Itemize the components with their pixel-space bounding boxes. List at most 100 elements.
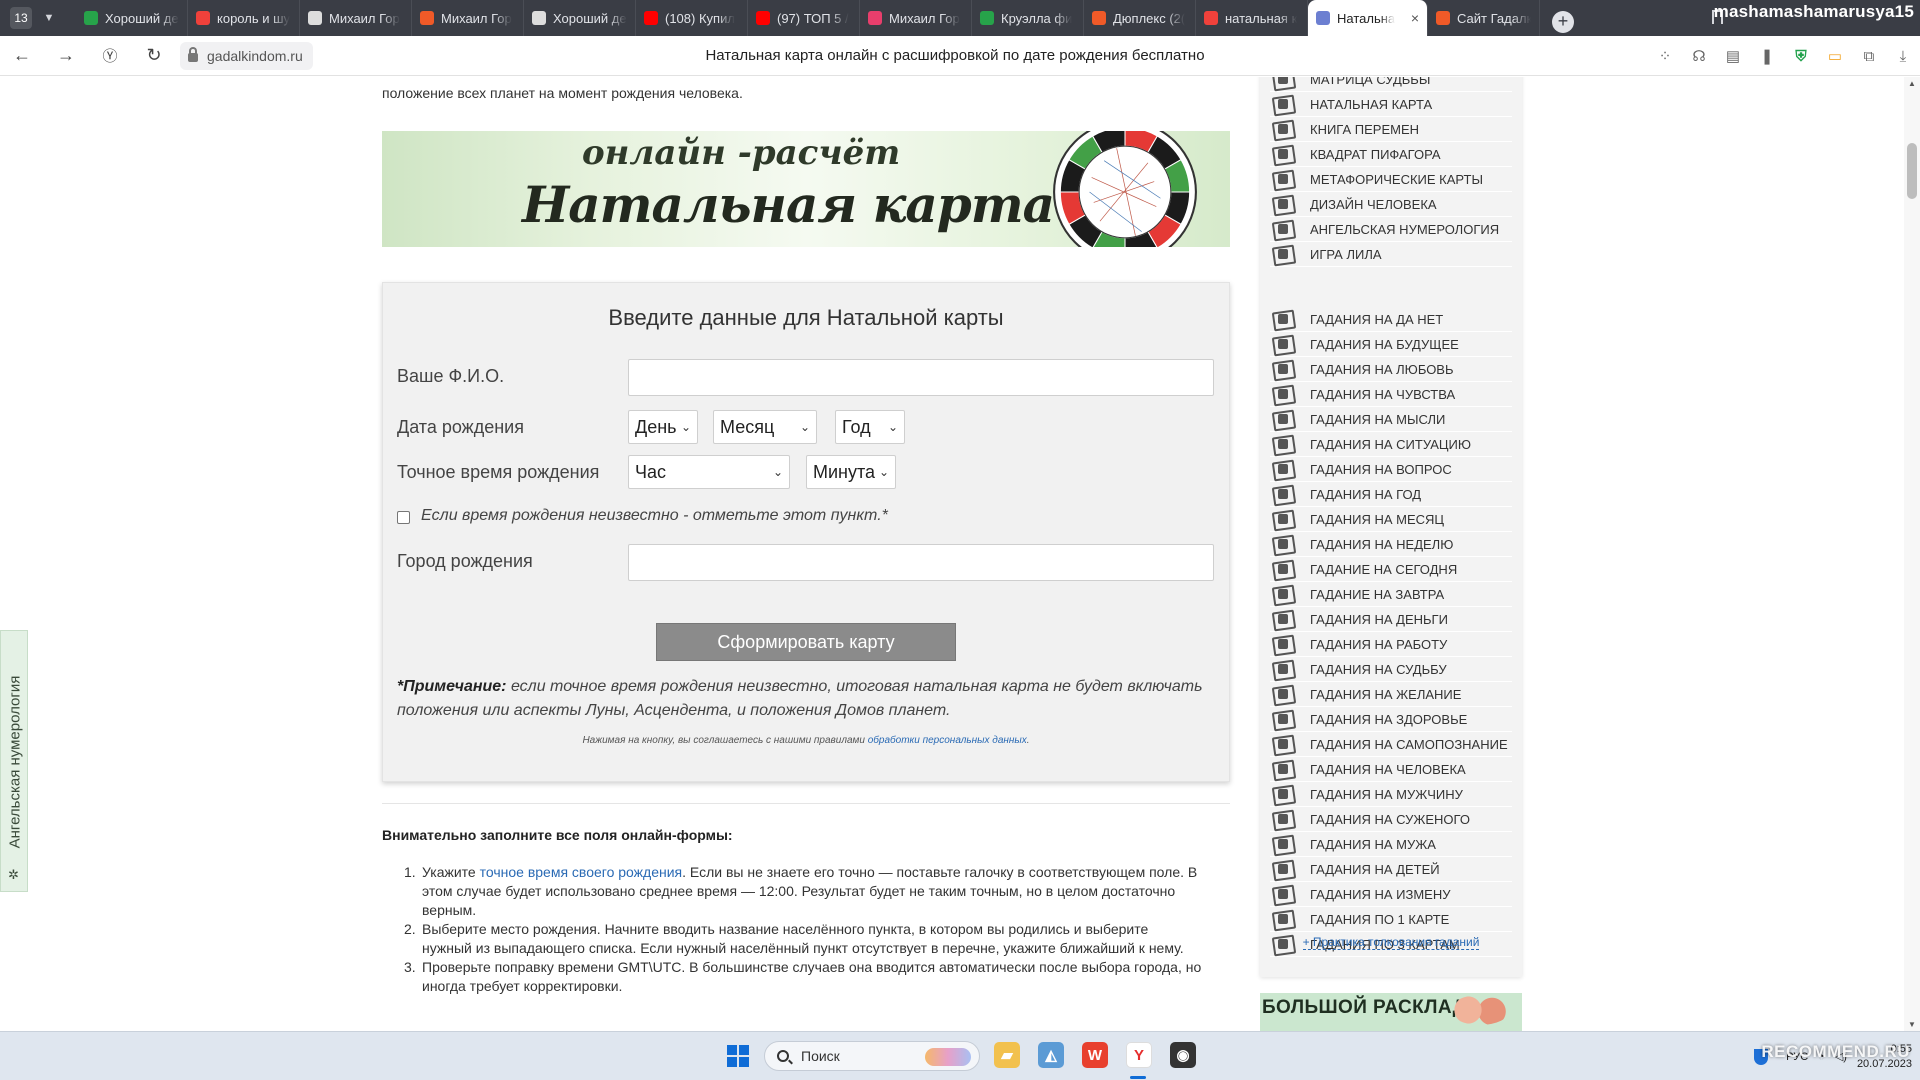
sidebar-item-label[interactable]: ГАДАНИЯ НА ДА НЕТ xyxy=(1310,312,1443,327)
sidebar-item-label[interactable]: ГАДАНИЯ НА БУДУЩЕЕ xyxy=(1310,337,1459,352)
scroll-thumb[interactable] xyxy=(1907,143,1917,199)
sidebar-item-label[interactable]: НАТАЛЬНАЯ КАРТА xyxy=(1310,97,1432,112)
file-explorer-icon[interactable]: ▰ xyxy=(994,1042,1020,1068)
browser-tab[interactable]: Дюплекс (2( xyxy=(1084,0,1196,36)
address-bar[interactable]: gadalkindom.ru xyxy=(180,41,313,70)
browser-tab[interactable]: Сайт Гадалк xyxy=(1428,0,1540,36)
sidebar-item-label[interactable]: ГАДАНИЯ НА СУЖЕНОГО xyxy=(1310,812,1470,827)
sidebar-item-label[interactable]: ГАДАНИЯ НА САМОПОЗНАНИЕ xyxy=(1310,737,1508,752)
name-input[interactable] xyxy=(628,359,1214,396)
new-tab-button[interactable]: + xyxy=(1552,10,1574,33)
sidebar-item[interactable]: КВАДРАТ ПИФАГОРА xyxy=(1270,142,1512,167)
reader-mode-icon[interactable]: ▤ xyxy=(1716,47,1750,65)
extensions-icon[interactable]: ⧉ xyxy=(1852,48,1886,65)
browser-tab[interactable]: Хороший де xyxy=(524,0,636,36)
browser-tab[interactable]: Круэлла фи xyxy=(972,0,1084,36)
sidebar-more-text[interactable]: + Практика толкования гаданий xyxy=(1302,935,1480,950)
sidebar-item-label[interactable]: МАТРИЦА СУДЬБЫ xyxy=(1310,77,1430,87)
sidebar-item[interactable]: ГАДАНИЯ НА ГОД xyxy=(1270,482,1512,507)
sidebar-item-label[interactable]: ГАДАНИЯ НА ЖЕЛАНИЕ xyxy=(1310,687,1461,702)
sidebar-item-label[interactable]: АНГЕЛЬСКАЯ НУМЕРОЛОГИЯ xyxy=(1310,222,1499,237)
sidebar-item-label[interactable]: ГАДАНИЯ ПО 1 КАРТЕ xyxy=(1310,912,1449,927)
angel-numerology-side-tab[interactable]: Ангельская нумерология ✲ xyxy=(0,630,28,892)
side-tab-label[interactable]: Ангельская нумерология xyxy=(7,676,24,849)
big-spread-banner[interactable]: БОЛЬШОЙ РАСКЛАД xyxy=(1260,993,1522,1031)
sidebar-item-label[interactable]: КНИГА ПЕРЕМЕН xyxy=(1310,122,1419,137)
sidebar-item[interactable]: ГАДАНИЯ НА РАБОТУ xyxy=(1270,632,1512,657)
apps-grid-icon[interactable]: ⁘ xyxy=(1648,47,1682,65)
bookmark-add-icon[interactable]: ❚ xyxy=(1750,47,1784,65)
browser-tab[interactable]: (97) ТОП 5 / xyxy=(748,0,860,36)
sidebar-item[interactable]: ГАДАНИЯ НА ЧЕЛОВЕКА xyxy=(1270,757,1512,782)
sidebar-item[interactable]: ГАДАНИЯ НА ДЕТЕЙ xyxy=(1270,857,1512,882)
alice-icon[interactable]: ◉ xyxy=(1170,1042,1196,1068)
back-arrow-icon[interactable]: ← xyxy=(0,45,44,66)
url-text[interactable]: gadalkindom.ru xyxy=(207,48,303,64)
sidebar-item-label[interactable]: ГАДАНИЯ НА ДЕНЬГИ xyxy=(1310,612,1448,627)
yandex-logo-icon[interactable]: Ⓨ xyxy=(88,45,132,66)
minute-select[interactable]: Минута ⌄ xyxy=(806,455,896,489)
sidebar-item[interactable]: ГАДАНИЕ НА ЗАВТРА xyxy=(1270,582,1512,607)
browser-tab[interactable]: король и шу xyxy=(188,0,300,36)
scroll-down-arrow-icon[interactable]: ▼ xyxy=(1908,1020,1916,1029)
generate-chart-button[interactable]: Сформировать карту xyxy=(656,623,956,661)
sidebar-item-label[interactable]: ГАДАНИЯ НА ЧУВСТВА xyxy=(1310,387,1455,402)
protect-shield-icon[interactable]: ⛨ xyxy=(1784,48,1818,65)
downloads-icon[interactable]: ⤓ xyxy=(1886,48,1920,65)
browser-tab[interactable]: Натальна × xyxy=(1308,0,1428,36)
close-tab-icon[interactable]: × xyxy=(1407,10,1419,26)
browser-tab[interactable]: натальная к xyxy=(1196,0,1308,36)
windows-start-icon[interactable] xyxy=(727,1045,749,1067)
wps-office-icon[interactable]: W xyxy=(1082,1042,1108,1068)
sidebar-item[interactable]: ГАДАНИЕ НА СЕГОДНЯ xyxy=(1270,557,1512,582)
sidebar-item[interactable]: МАТРИЦА СУДЬБЫ xyxy=(1270,77,1512,92)
hour-select[interactable]: Час ⌄ xyxy=(628,455,790,489)
sidebar-item[interactable]: ГАДАНИЯ НА МУЖЧИНУ xyxy=(1270,782,1512,807)
sidebar-item[interactable]: ГАДАНИЯ НА ДЕНЬГИ xyxy=(1270,607,1512,632)
lock-icon[interactable] xyxy=(188,47,198,62)
reload-icon[interactable]: ↻ xyxy=(132,45,176,66)
sidebar-item[interactable]: ГАДАНИЯ НА СУЖЕНОГО xyxy=(1270,807,1512,832)
sidebar-item[interactable]: ГАДАНИЯ ПО 1 КАРТЕ xyxy=(1270,907,1512,932)
sidebar-item[interactable]: КНИГА ПЕРЕМЕН xyxy=(1270,117,1512,142)
battery-icon[interactable]: ▭ xyxy=(1818,47,1852,65)
sidebar-item-label[interactable]: ГАДАНИЯ НА НЕДЕЛЮ xyxy=(1310,537,1453,552)
birth-time-link[interactable]: точное время своего рождения xyxy=(480,864,683,880)
page-scrollbar[interactable]: ▲ ▼ xyxy=(1904,77,1920,1031)
sidebar-item[interactable]: ГАДАНИЯ НА МЕСЯЦ xyxy=(1270,507,1512,532)
browser-tab[interactable]: Михаил Гор xyxy=(860,0,972,36)
sidebar-item-label[interactable]: ИГРА ЛИЛА xyxy=(1310,247,1382,262)
year-select[interactable]: Год ⌄ xyxy=(835,410,905,444)
photos-icon[interactable]: ◭ xyxy=(1038,1042,1064,1068)
sidebar-item-label[interactable]: ГАДАНИЯ НА СИТУАЦИЮ xyxy=(1310,437,1471,452)
scroll-up-arrow-icon[interactable]: ▲ xyxy=(1908,79,1916,88)
browser-tab[interactable]: Хороший де xyxy=(76,0,188,36)
sidebar-item[interactable]: ГАДАНИЯ НА СИТУАЦИЮ xyxy=(1270,432,1512,457)
sidebar-item[interactable]: ГАДАНИЯ НА САМОПОЗНАНИЕ xyxy=(1270,732,1512,757)
unknown-time-checkbox[interactable] xyxy=(397,511,410,524)
sidebar-item-label[interactable]: ГАДАНИЕ НА ЗАВТРА xyxy=(1310,587,1444,602)
sidebar-item[interactable]: ГАДАНИЯ НА МУЖА xyxy=(1270,832,1512,857)
browser-tab[interactable]: Михаил Гор xyxy=(412,0,524,36)
browser-tab[interactable]: Михаил Гор xyxy=(300,0,412,36)
sidebar-item-label[interactable]: ГАДАНИЯ НА ЛЮБОВЬ xyxy=(1310,362,1454,377)
sidebar-item[interactable]: ГАДАНИЯ НА ЖЕЛАНИЕ xyxy=(1270,682,1512,707)
sidebar-item[interactable]: ГАДАНИЯ НА БУДУЩЕЕ xyxy=(1270,332,1512,357)
sidebar-item[interactable]: ДИЗАЙН ЧЕЛОВЕКА xyxy=(1270,192,1512,217)
sidebar-item[interactable]: ИГРА ЛИЛА xyxy=(1270,242,1512,267)
big-spread-banner-text[interactable]: БОЛЬШОЙ РАСКЛАД xyxy=(1262,997,1467,1019)
sidebar-item[interactable]: МЕТАФОРИЧЕСКИЕ КАРТЫ xyxy=(1270,167,1512,192)
sidebar-item[interactable]: ГАДАНИЯ НА МЫСЛИ xyxy=(1270,407,1512,432)
sidebar-item[interactable]: НАТАЛЬНАЯ КАРТА xyxy=(1270,92,1512,117)
sidebar-item[interactable]: АНГЕЛЬСКАЯ НУМЕРОЛОГИЯ xyxy=(1270,217,1512,242)
sidebar-item-label[interactable]: ГАДАНИЯ НА РАБОТУ xyxy=(1310,637,1447,652)
sidebar-item-label[interactable]: ГАДАНИЯ НА ДЕТЕЙ xyxy=(1310,862,1440,877)
tab-counter-badge[interactable]: 13 xyxy=(10,7,32,29)
sidebar-item[interactable]: ГАДАНИЯ НА ДА НЕТ xyxy=(1270,307,1512,332)
profile-name[interactable]: mashamashamarusya15 xyxy=(1714,2,1914,22)
sidebar-item-label[interactable]: ГАДАНИЯ НА МЕСЯЦ xyxy=(1310,512,1444,527)
sidebar-item-label[interactable]: ГАДАНИЯ НА ВОПРОС xyxy=(1310,462,1452,477)
sidebar-item-label[interactable]: ГАДАНИЯ НА ИЗМЕНУ xyxy=(1310,887,1451,902)
sidebar-item[interactable]: ГАДАНИЯ НА ЗДОРОВЬЕ xyxy=(1270,707,1512,732)
sidebar-item[interactable]: ГАДАНИЯ НА ЧУВСТВА xyxy=(1270,382,1512,407)
